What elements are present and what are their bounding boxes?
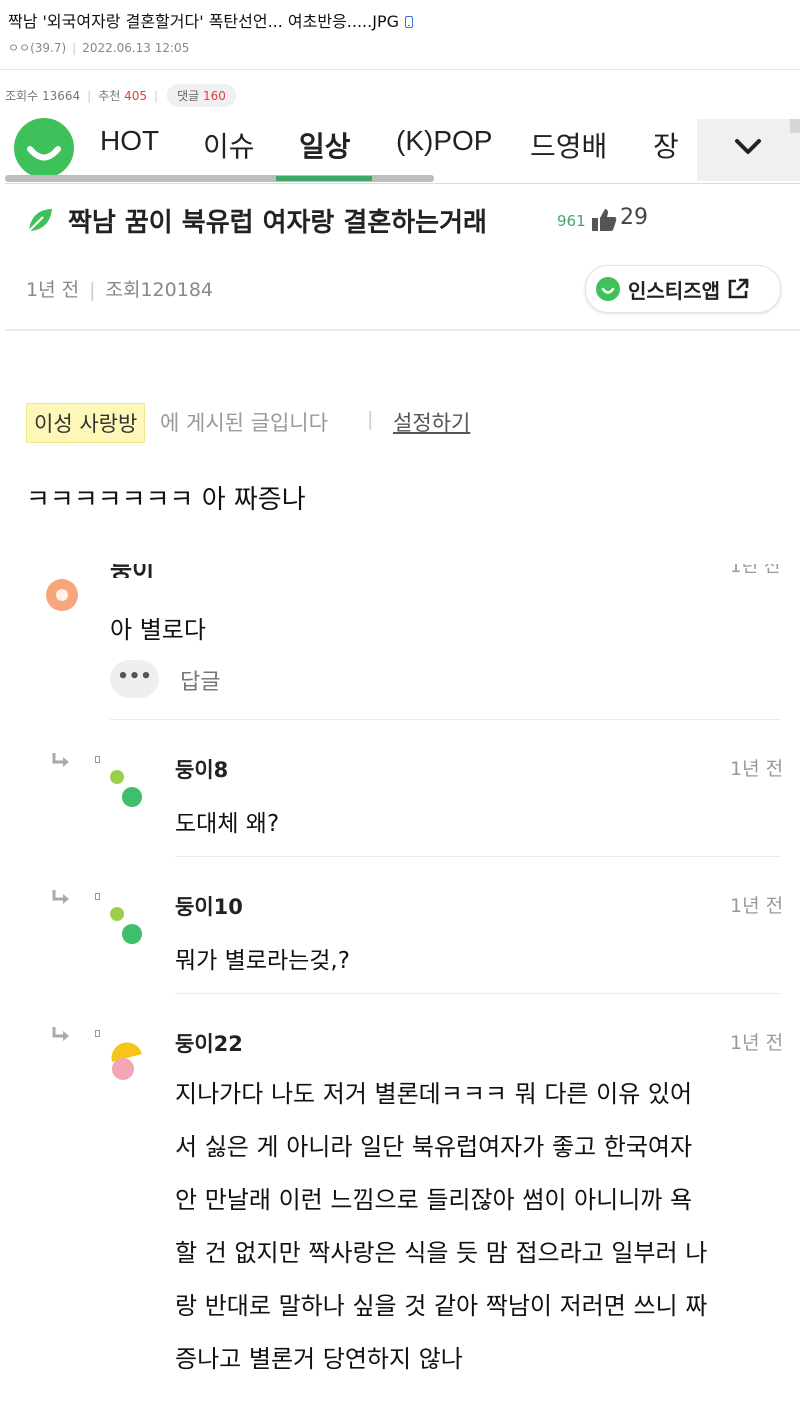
tab-kpop[interactable]: (K)POP xyxy=(396,125,492,157)
reply-arrow-icon xyxy=(51,889,71,911)
views-count: 13664 xyxy=(41,88,81,103)
reply-author: 둥이10 xyxy=(175,895,243,919)
post-title: 짝남 '외국여자랑 결혼할거다' 폭탄선언... 여초반응.....JPG xyxy=(8,8,413,32)
thumbs-up-icon[interactable] xyxy=(590,206,618,238)
chevron-down-icon xyxy=(735,139,761,154)
reply-arrow-icon xyxy=(51,1026,71,1048)
inner-meta: 1년 전 | 조회120184 xyxy=(26,279,214,301)
inner-likes: 29 xyxy=(620,205,648,230)
reply-text-line: 안 만날래 이런 느낌으로 들리잖아 썸이 아니니까 욕 xyxy=(175,1186,693,1214)
comment-text: 아 별로다 xyxy=(110,616,206,644)
nav-expand-button[interactable] xyxy=(697,119,800,181)
reply-text-line: 증나고 별론거 당연하지 않나 xyxy=(175,1345,463,1373)
separator: | xyxy=(367,408,374,430)
tab-hot[interactable]: HOT xyxy=(100,125,159,157)
avatar-badge-icon xyxy=(95,1030,100,1037)
reply-time: 1년 전 xyxy=(730,1032,784,1054)
more-options-button[interactable]: ••• xyxy=(110,660,159,698)
reply-text: 도대체 왜? xyxy=(175,811,280,837)
reply-author: 둥이22 xyxy=(175,1032,243,1056)
divider xyxy=(175,993,780,994)
avatar-icon xyxy=(122,924,142,944)
author[interactable]: ㅇㅇ(39.7) xyxy=(8,41,66,55)
comment-author: 둥이3 xyxy=(110,564,155,578)
nav-divider xyxy=(5,183,800,184)
settings-link[interactable]: 설정하기 xyxy=(393,407,470,437)
app-button-label: 인스티즈앱 xyxy=(628,278,720,303)
avatar-icon xyxy=(110,770,124,784)
avatar-badge-icon xyxy=(95,756,100,763)
reply-text-line: 할 건 없지만 짝사랑은 식을 듯 맘 접으라고 일부러 나 xyxy=(175,1239,708,1267)
reply-time: 1년 전 xyxy=(730,758,784,780)
tab-drama[interactable]: 드영배 xyxy=(530,125,607,165)
post-meta: ㅇㅇ(39.7) | 2022.06.13 12:05 xyxy=(8,41,190,55)
instiz-logo-icon[interactable] xyxy=(14,118,74,178)
reply-text: 뭐가 별로라는겆,? xyxy=(175,948,350,974)
inner-count: 961 xyxy=(557,212,586,230)
tab-more-cut[interactable]: 장 xyxy=(653,125,685,165)
active-tab-indicator xyxy=(276,176,372,181)
inner-age: 1년 전 xyxy=(26,279,80,301)
divider xyxy=(175,856,780,857)
reply-arrow-icon xyxy=(51,752,71,774)
tab-daily[interactable]: 일상 xyxy=(299,125,351,165)
avatar-icon xyxy=(110,907,124,921)
avatar-icon xyxy=(122,787,142,807)
inner-views: 조회120184 xyxy=(105,279,214,301)
avatar-badge-icon xyxy=(95,893,100,900)
reply-time: 1년 전 xyxy=(730,895,784,917)
phone-icon xyxy=(405,16,413,28)
board-posted-in: 에 게시된 글입니다 xyxy=(160,411,328,435)
instiz-logo-icon xyxy=(596,277,620,301)
reply-text-line: 지나가다 나도 저거 별론데ㅋㅋㅋ 뭐 다른 이유 있어 xyxy=(175,1080,693,1108)
recommend-count: 405 xyxy=(124,88,148,103)
views-label: 조회수 xyxy=(5,89,39,103)
reply-author: 둥이8 xyxy=(175,758,229,782)
divider xyxy=(5,329,800,331)
inner-post-title: 짝남 꿈이 북유럽 여자랑 결혼하는거래 xyxy=(68,208,487,238)
external-link-icon xyxy=(728,278,749,299)
comment-time: 1년 전 xyxy=(730,564,781,576)
comments-button[interactable]: 댓글 160 xyxy=(167,84,236,107)
divider xyxy=(0,69,800,70)
reply-text-line: 서 싫은 게 아니라 일단 북유럽여자가 좋고 한국여자 xyxy=(175,1133,693,1161)
instiz-app-button[interactable]: 인스티즈앱 xyxy=(585,265,781,313)
reply-button[interactable]: 답글 xyxy=(180,664,220,696)
leaf-icon xyxy=(26,206,54,238)
board-tag[interactable]: 이성 사랑방 xyxy=(26,403,146,443)
avatar-icon xyxy=(46,579,78,611)
scrollbar[interactable] xyxy=(790,119,800,133)
divider xyxy=(110,719,780,720)
reply-text-line: 랑 반대로 말하나 싶을 것 같아 짝남이 저러면 쓰니 짜 xyxy=(175,1292,708,1320)
post-body: ㅋㅋㅋㅋㅋㅋㅋ 아 짜증나 xyxy=(26,485,306,515)
post-stats: 조회수 13664 | 추천 405 | 댓글 160 xyxy=(5,84,236,107)
avatar-icon xyxy=(108,1040,144,1086)
tab-issue[interactable]: 이슈 xyxy=(203,125,255,165)
post-datetime: 2022.06.13 12:05 xyxy=(82,41,190,55)
recommend-label: 추천 xyxy=(98,89,121,103)
